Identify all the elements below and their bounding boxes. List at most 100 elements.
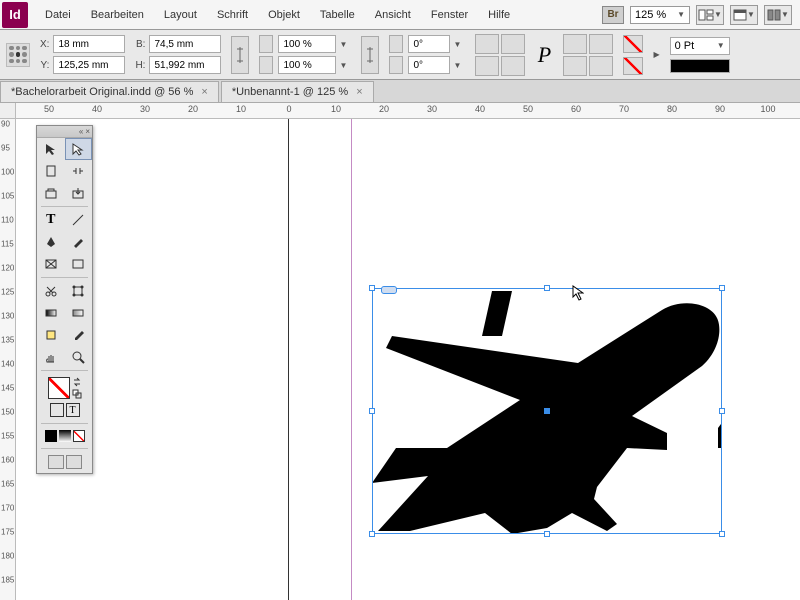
- stroke-style-preview[interactable]: [670, 59, 730, 73]
- apply-none-button[interactable]: [73, 430, 85, 442]
- constrain-proportions-button[interactable]: [231, 36, 249, 74]
- swap-fill-stroke-icon[interactable]: [72, 377, 82, 387]
- rotate-cw-button[interactable]: [501, 34, 525, 54]
- pen-tool[interactable]: [37, 231, 65, 253]
- x-position-field[interactable]: 18 mm: [53, 35, 125, 53]
- menu-edit[interactable]: Bearbeiten: [82, 5, 153, 25]
- formatting-container-button[interactable]: [50, 403, 64, 417]
- page-tool[interactable]: [37, 160, 65, 182]
- default-fill-stroke-icon[interactable]: [72, 389, 82, 399]
- resize-handle-nw[interactable]: [369, 285, 375, 291]
- select-container-button[interactable]: [563, 34, 587, 54]
- scissors-tool[interactable]: [37, 280, 65, 302]
- linked-content-badge[interactable]: [381, 286, 397, 294]
- view-mode-preview-button[interactable]: [66, 455, 82, 469]
- width-field[interactable]: 74,5 mm: [149, 35, 221, 53]
- fill-swatch[interactable]: [48, 377, 70, 399]
- resize-handle-se[interactable]: [719, 531, 725, 537]
- fill-preview[interactable]: [623, 35, 643, 53]
- gradient-feather-tool[interactable]: [65, 302, 93, 324]
- document-tab-1[interactable]: *Bachelorarbeit Original.indd @ 56 % ×: [0, 81, 219, 102]
- close-icon[interactable]: ×: [356, 86, 362, 98]
- content-collector-tool[interactable]: [37, 182, 65, 204]
- direct-selection-tool[interactable]: [65, 138, 93, 160]
- ruler-tick: 90: [715, 104, 725, 114]
- select-content-button[interactable]: [589, 34, 613, 54]
- resize-handle-s[interactable]: [544, 531, 550, 537]
- ruler-tick: 125: [1, 288, 14, 297]
- stroke-preview[interactable]: [623, 57, 643, 75]
- fit-content-button[interactable]: [563, 56, 587, 76]
- menu-layout[interactable]: Layout: [155, 5, 206, 25]
- close-icon[interactable]: ×: [201, 86, 207, 98]
- eyedropper-tool[interactable]: [65, 324, 93, 346]
- menu-type[interactable]: Schrift: [208, 5, 257, 25]
- collapse-icon[interactable]: «: [79, 127, 83, 136]
- ruler-origin[interactable]: [0, 103, 16, 119]
- formatting-text-button[interactable]: T: [66, 403, 80, 417]
- gradient-swatch-tool[interactable]: [37, 302, 65, 324]
- center-content-button[interactable]: [589, 56, 613, 76]
- ruler-tick: 185: [1, 576, 14, 585]
- document-tab-2[interactable]: *Unbenannt-1 @ 125 % ×: [221, 81, 374, 102]
- chevron-down-icon[interactable]: ▼: [453, 61, 465, 70]
- rectangle-tool[interactable]: [65, 253, 93, 275]
- center-handle[interactable]: [544, 408, 550, 414]
- view-mode-normal-button[interactable]: [48, 455, 64, 469]
- hand-tool[interactable]: [37, 346, 65, 368]
- view-options-button[interactable]: ▼: [696, 5, 724, 25]
- shear-field[interactable]: 0°: [408, 56, 450, 74]
- horizontal-ruler[interactable]: 50403020100102030405060708090100: [16, 103, 800, 119]
- rotate-field[interactable]: 0°: [408, 35, 450, 53]
- flip-vertical-button[interactable]: [501, 56, 525, 76]
- note-tool[interactable]: [37, 324, 65, 346]
- rotate-ccw-button[interactable]: [475, 34, 499, 54]
- screen-mode-button[interactable]: ▼: [730, 5, 758, 25]
- type-tool[interactable]: T: [37, 209, 65, 231]
- flip-horizontal-button[interactable]: [475, 56, 499, 76]
- resize-handle-e[interactable]: [719, 408, 725, 414]
- reference-point-selector[interactable]: [6, 43, 30, 67]
- resize-handle-ne[interactable]: [719, 285, 725, 291]
- vertical-ruler[interactable]: 9095100105110115120125130135140145150155…: [0, 119, 16, 600]
- bridge-button[interactable]: Br: [602, 6, 624, 24]
- pencil-tool[interactable]: [65, 231, 93, 253]
- resize-handle-n[interactable]: [544, 285, 550, 291]
- content-placer-tool[interactable]: [65, 182, 93, 204]
- tools-panel-header[interactable]: « ×: [37, 126, 92, 138]
- resize-handle-w[interactable]: [369, 408, 375, 414]
- close-icon[interactable]: ×: [85, 127, 90, 136]
- menu-help[interactable]: Hilfe: [479, 5, 519, 25]
- selection-frame[interactable]: [372, 288, 722, 534]
- chevron-down-icon[interactable]: ▼: [339, 40, 351, 49]
- menu-items: Datei Bearbeiten Layout Schrift Objekt T…: [36, 5, 519, 25]
- menu-object[interactable]: Objekt: [259, 5, 309, 25]
- tools-panel[interactable]: « × T T: [36, 125, 93, 474]
- margin-guide[interactable]: [351, 119, 352, 600]
- zoom-tool[interactable]: [65, 346, 93, 368]
- y-position-field[interactable]: 125,25 mm: [53, 56, 125, 74]
- chevron-down-icon[interactable]: ▼: [339, 61, 351, 70]
- scale-x-field[interactable]: 100 %: [278, 35, 336, 53]
- stroke-weight-field[interactable]: 0 Pt ▼: [670, 37, 730, 55]
- menu-view[interactable]: Ansicht: [366, 5, 420, 25]
- zoom-level-select[interactable]: 125 % ▼: [630, 6, 690, 24]
- chevron-down-icon[interactable]: ▼: [453, 40, 465, 49]
- height-field[interactable]: 51,992 mm: [149, 56, 221, 74]
- constrain-scale-button[interactable]: [361, 36, 379, 74]
- menu-file[interactable]: Datei: [36, 5, 80, 25]
- selection-tool[interactable]: [37, 138, 65, 160]
- canvas[interactable]: [16, 119, 800, 600]
- menu-window[interactable]: Fenster: [422, 5, 477, 25]
- apply-color-button[interactable]: [45, 430, 57, 442]
- gap-tool[interactable]: [65, 160, 93, 182]
- free-transform-tool[interactable]: [65, 280, 93, 302]
- chevron-right-icon[interactable]: ▶: [653, 50, 659, 59]
- rectangle-frame-tool[interactable]: [37, 253, 65, 275]
- menu-table[interactable]: Tabelle: [311, 5, 364, 25]
- resize-handle-sw[interactable]: [369, 531, 375, 537]
- arrange-documents-button[interactable]: ▼: [764, 5, 792, 25]
- apply-gradient-button[interactable]: [59, 430, 71, 442]
- line-tool[interactable]: [65, 209, 93, 231]
- scale-y-field[interactable]: 100 %: [278, 56, 336, 74]
